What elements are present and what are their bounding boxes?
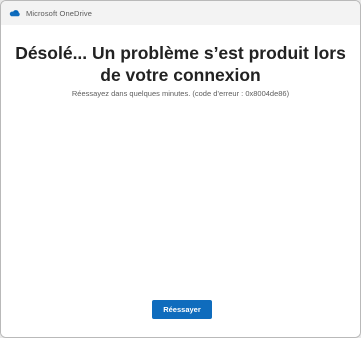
error-content: Désolé... Un problème s’est produit lors… bbox=[1, 25, 360, 337]
error-headline: Désolé... Un problème s’est produit lors… bbox=[15, 43, 346, 85]
app-title: Microsoft OneDrive bbox=[26, 8, 92, 18]
title-bar[interactable]: Microsoft OneDrive bbox=[1, 1, 360, 25]
onedrive-cloud-icon bbox=[9, 8, 21, 18]
error-message: Réessayez dans quelques minutes. (code d… bbox=[71, 89, 290, 98]
onedrive-window: Microsoft OneDrive Désolé... Un problème… bbox=[0, 0, 361, 338]
retry-button[interactable]: Réessayer bbox=[152, 300, 212, 319]
